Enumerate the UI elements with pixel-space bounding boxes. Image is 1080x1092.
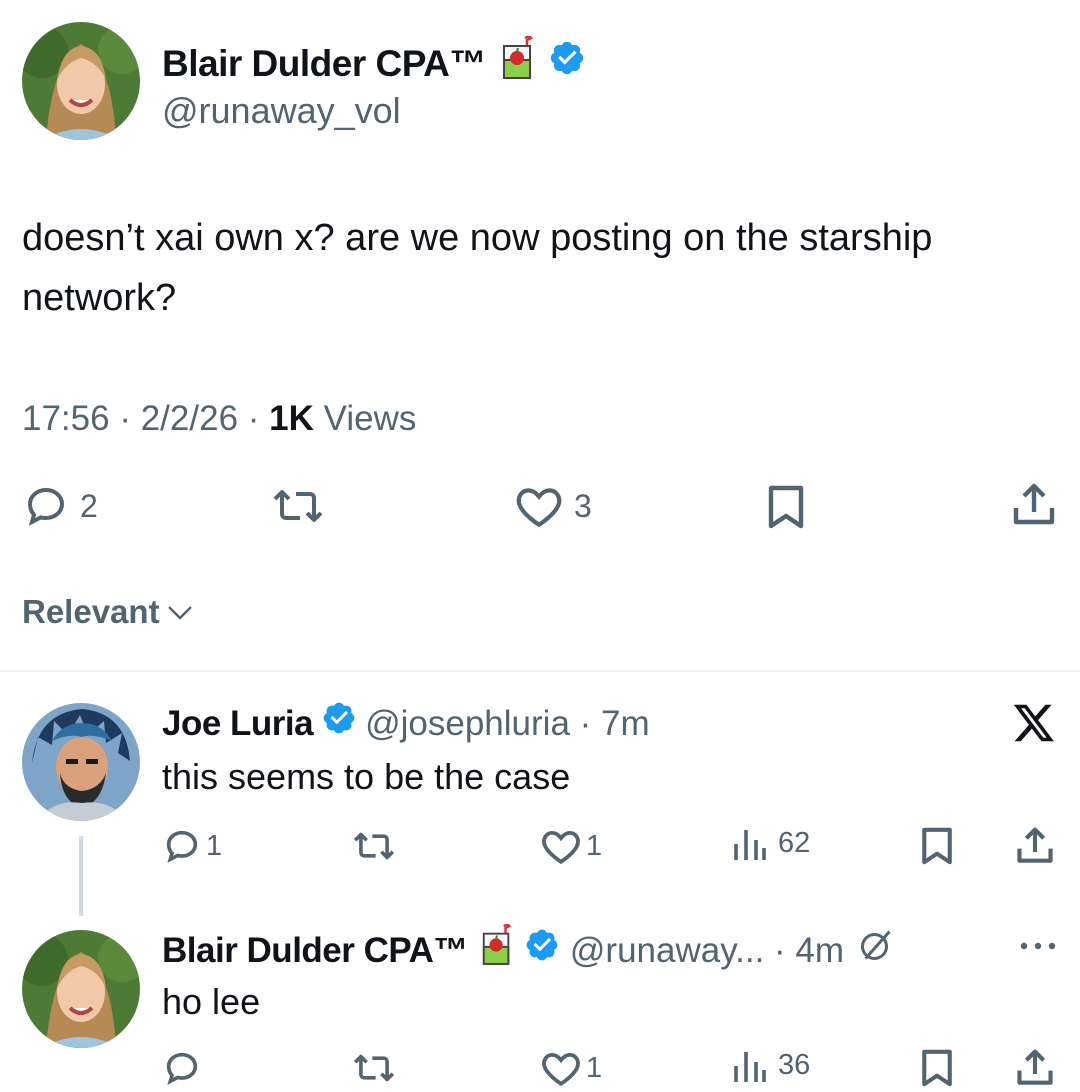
views-count: 62 [778,826,811,859]
verified-badge-icon [548,39,586,88]
reply-header: Joe Luria @josephluria · 7m [162,700,650,747]
thread-line [79,836,83,916]
repost-button[interactable] [352,828,396,864]
verified-badge-icon [524,927,560,975]
reply-author-name[interactable]: Blair Dulder CPA™ [162,928,468,974]
more-options-icon[interactable] [1016,936,1060,961]
views-count: 1K [269,399,314,438]
reply-author-handle[interactable]: @runaway... [570,928,764,974]
reply-count: 2 [80,487,98,524]
juice-box-emoji-icon [500,34,536,91]
heart-icon [540,1048,582,1088]
bookmark-button[interactable] [920,826,954,866]
share-icon [1016,826,1054,866]
sort-dropdown[interactable]: Relevant [22,592,194,632]
like-button[interactable]: 3 [514,482,592,530]
juice-box-emoji-icon [480,922,514,978]
reply-icon [22,482,70,530]
reply-icon [162,1048,202,1088]
reply-button[interactable] [162,1048,202,1088]
reply-text: this seems to be the case [162,756,571,797]
verified-badge-icon [321,700,357,747]
reply-count: 1 [206,829,223,862]
like-count: 1 [586,1051,603,1084]
edited-icon [858,927,894,975]
x-logo-icon [1012,702,1056,749]
tweet-text: doesn’t xai own x? are we now posting on… [22,217,933,319]
chevron-down-icon [166,592,194,632]
share-button[interactable] [1016,826,1054,866]
reply-button[interactable]: 2 [22,482,98,530]
avatar-blair[interactable] [22,22,140,140]
bar-chart-icon [732,826,768,860]
reply-header: Blair Dulder CPA™ @runaway... · 4m [162,922,894,978]
heart-icon [514,482,564,530]
bookmark-button[interactable] [766,484,806,530]
heart-icon [540,826,582,866]
like-count: 1 [586,829,603,862]
share-button[interactable] [1016,1048,1054,1088]
reply-author-handle[interactable]: @josephluria [365,702,570,746]
reply-author-name[interactable]: Joe Luria [162,702,314,746]
bookmark-icon [920,1048,954,1088]
views-button[interactable]: 62 [732,826,810,860]
tweet-date[interactable]: 2/2/26 [141,399,238,438]
author-name[interactable]: Blair Dulder CPA™ [162,34,586,91]
reply-time[interactable]: 7m [601,702,650,746]
share-icon [1016,1048,1054,1088]
author-handle[interactable]: @runaway_vol [162,90,401,132]
reply-text: ho lee [162,981,261,1022]
views-button[interactable]: 36 [732,1048,810,1082]
repost-button[interactable] [352,1050,396,1086]
share-icon [1012,482,1056,528]
author-name-text: Blair Dulder CPA™ [162,42,486,84]
tweet-time[interactable]: 17:56 [22,399,110,438]
like-button[interactable]: 1 [540,826,602,866]
repost-icon [352,828,396,864]
bookmark-icon [766,484,806,530]
repost-button[interactable] [272,484,324,528]
views-label: Views [323,399,417,438]
like-button[interactable]: 1 [540,1048,602,1088]
tweet-meta: 17:56 · 2/2/26 · 1K Views [22,399,417,438]
views-count: 36 [778,1048,811,1081]
avatar-joe[interactable] [22,703,140,821]
repost-icon [272,484,324,528]
like-count: 3 [574,487,592,524]
divider [0,670,1080,672]
share-button[interactable] [1012,482,1056,528]
repost-icon [352,1050,396,1086]
bookmark-button[interactable] [920,1048,954,1088]
reply-icon [162,826,202,866]
bookmark-icon [920,826,954,866]
reply-time[interactable]: 4m [795,928,844,974]
avatar-blair[interactable] [22,930,140,1048]
bar-chart-icon [732,1048,768,1082]
sort-label: Relevant [22,593,160,630]
reply-button[interactable]: 1 [162,826,222,866]
